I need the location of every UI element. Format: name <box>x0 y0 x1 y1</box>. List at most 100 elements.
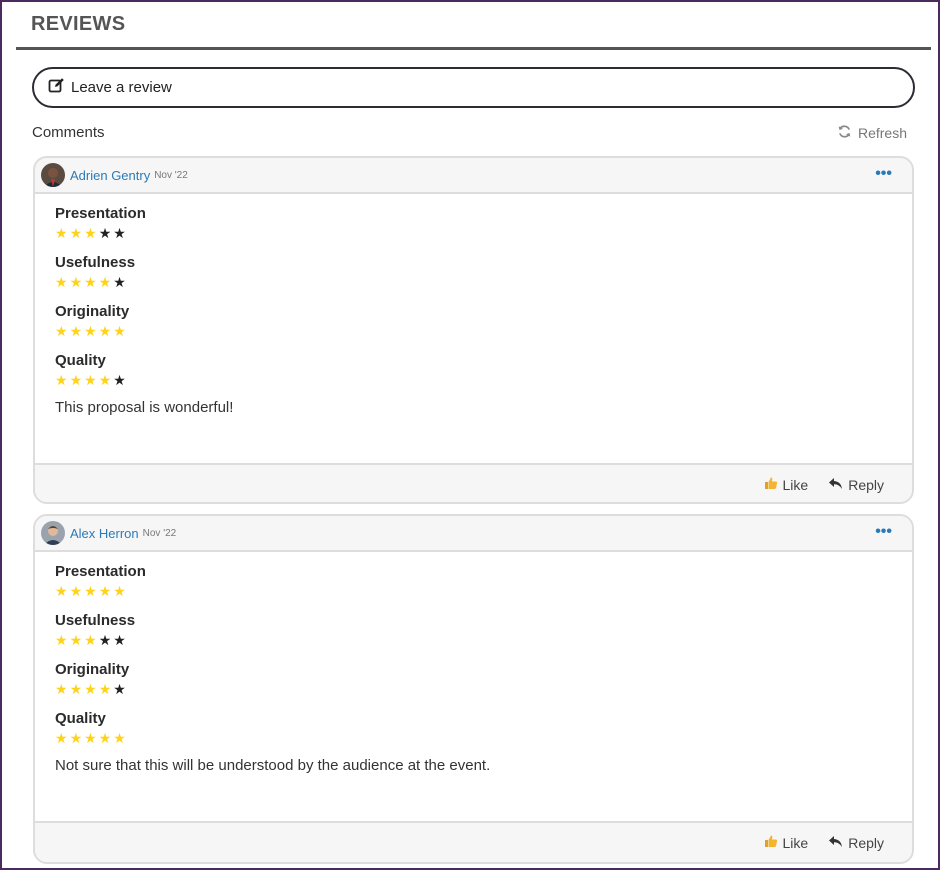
star-empty-icon: ★ <box>98 632 114 648</box>
star-filled-icon: ★ <box>84 225 99 241</box>
star-rating: ★★★★★ <box>55 731 912 745</box>
star-filled-icon: ★ <box>69 225 85 241</box>
review-date: Nov '22 <box>154 169 188 181</box>
reply-button[interactable]: Reply <box>828 477 884 493</box>
thumbs-up-icon <box>764 476 778 493</box>
leave-review-label: Leave a review <box>71 79 172 96</box>
review-text: This proposal is wonderful! <box>55 399 234 416</box>
star-filled-icon: ★ <box>69 323 85 339</box>
star-rating: ★★★★★ <box>55 324 912 338</box>
criterion-name: Usefulness <box>55 612 136 629</box>
star-empty-icon: ★ <box>113 681 128 697</box>
refresh-button[interactable]: Refresh <box>837 124 907 142</box>
refresh-icon <box>837 124 852 142</box>
star-empty-icon: ★ <box>113 225 128 241</box>
criterion-name: Originality <box>55 661 130 678</box>
star-empty-icon: ★ <box>113 632 128 648</box>
star-filled-icon: ★ <box>113 323 128 339</box>
star-filled-icon: ★ <box>113 583 128 599</box>
leave-review-button[interactable]: Leave a review <box>32 67 915 108</box>
star-filled-icon: ★ <box>98 681 114 697</box>
star-filled-icon: ★ <box>69 681 85 697</box>
star-filled-icon: ★ <box>113 730 128 746</box>
star-rating: ★★★★★ <box>55 275 912 289</box>
star-rating: ★★★★★ <box>55 373 912 387</box>
review-card: Alex Herron Nov '22 ••• Presentation ★★★… <box>33 514 914 864</box>
star-empty-icon: ★ <box>113 372 128 388</box>
author-name[interactable]: Alex Herron <box>70 526 139 541</box>
star-filled-icon: ★ <box>69 372 85 388</box>
review-header: Alex Herron Nov '22 ••• <box>35 516 912 552</box>
criterion-name: Presentation <box>55 563 146 580</box>
star-filled-icon: ★ <box>84 681 99 697</box>
review-actions: Like Reply <box>35 823 912 862</box>
criterion: Quality ★★★★★ <box>55 710 912 745</box>
reply-label: Reply <box>848 834 884 851</box>
criterion-name: Usefulness <box>55 254 136 271</box>
criterion-name: Quality <box>55 710 106 727</box>
like-button[interactable]: Like <box>764 834 809 851</box>
star-filled-icon: ★ <box>84 323 99 339</box>
like-label: Like <box>782 476 809 493</box>
star-filled-icon: ★ <box>98 323 114 339</box>
star-filled-icon: ★ <box>84 583 99 599</box>
star-rating: ★★★★★ <box>55 682 912 696</box>
star-filled-icon: ★ <box>98 274 114 290</box>
review-body: Presentation ★★★★★ Usefulness ★★★★★ Orig… <box>35 194 912 465</box>
star-filled-icon: ★ <box>69 730 85 746</box>
criterion: Quality ★★★★★ <box>55 352 912 387</box>
star-filled-icon: ★ <box>55 274 70 290</box>
star-filled-icon: ★ <box>69 632 85 648</box>
star-filled-icon: ★ <box>98 372 114 388</box>
reply-arrow-icon <box>828 477 843 493</box>
section-title: REVIEWS <box>31 13 126 35</box>
criterion-name: Presentation <box>55 205 146 222</box>
reply-label: Reply <box>848 476 884 493</box>
star-filled-icon: ★ <box>69 274 85 290</box>
avatar[interactable] <box>41 521 65 545</box>
review-body: Presentation ★★★★★ Usefulness ★★★★★ Orig… <box>35 552 912 823</box>
star-filled-icon: ★ <box>98 730 114 746</box>
star-filled-icon: ★ <box>69 583 85 599</box>
review-text: Not sure that this will be understood by… <box>55 757 491 774</box>
criterion: Presentation ★★★★★ <box>55 205 912 240</box>
star-filled-icon: ★ <box>98 583 114 599</box>
review-actions: Like Reply <box>35 465 912 502</box>
star-filled-icon: ★ <box>84 274 99 290</box>
refresh-label: Refresh <box>857 125 907 141</box>
star-rating: ★★★★★ <box>55 584 912 598</box>
criterion-name: Originality <box>55 303 130 320</box>
review-card: Adrien Gentry Nov '22 ••• Presentation ★… <box>33 156 914 504</box>
criterion-name: Quality <box>55 352 106 369</box>
star-empty-icon: ★ <box>98 225 114 241</box>
reply-button[interactable]: Reply <box>828 835 884 851</box>
criterion: Originality ★★★★★ <box>55 303 912 338</box>
section-header: REVIEWS <box>16 0 931 50</box>
edit-icon <box>48 77 65 99</box>
criterion: Usefulness ★★★★★ <box>55 254 912 289</box>
more-options-icon[interactable]: ••• <box>875 166 892 182</box>
criterion: Presentation ★★★★★ <box>55 563 912 598</box>
criterion: Usefulness ★★★★★ <box>55 612 912 647</box>
star-rating: ★★★★★ <box>55 226 912 240</box>
review-date: Nov '22 <box>142 527 177 539</box>
author-name[interactable]: Adrien Gentry <box>70 168 150 183</box>
star-filled-icon: ★ <box>55 323 70 339</box>
star-filled-icon: ★ <box>55 372 70 388</box>
star-filled-icon: ★ <box>84 632 99 648</box>
thumbs-up-icon <box>764 834 778 851</box>
star-rating: ★★★★★ <box>55 633 912 647</box>
reply-arrow-icon <box>828 835 843 851</box>
star-filled-icon: ★ <box>55 583 70 599</box>
star-filled-icon: ★ <box>84 730 99 746</box>
star-filled-icon: ★ <box>55 225 70 241</box>
review-header: Adrien Gentry Nov '22 ••• <box>35 158 912 194</box>
star-filled-icon: ★ <box>55 681 70 697</box>
like-button[interactable]: Like <box>764 476 809 493</box>
star-filled-icon: ★ <box>55 632 70 648</box>
star-filled-icon: ★ <box>84 372 99 388</box>
more-options-icon[interactable]: ••• <box>875 524 892 540</box>
avatar[interactable] <box>41 163 65 187</box>
comments-heading: Comments <box>32 124 105 141</box>
like-label: Like <box>782 834 809 851</box>
